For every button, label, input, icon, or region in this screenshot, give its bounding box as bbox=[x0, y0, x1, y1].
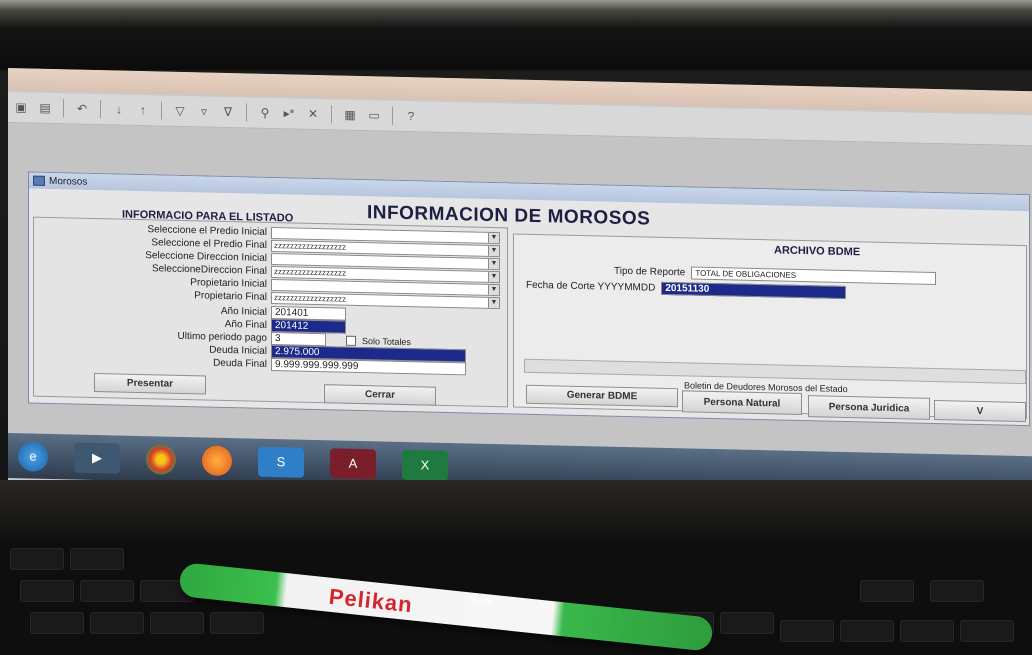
skype-icon[interactable]: S bbox=[258, 446, 304, 478]
keyboard-key bbox=[20, 580, 74, 602]
help-icon[interactable]: ? bbox=[402, 107, 420, 125]
right-subtitle: ARCHIVO BDME bbox=[774, 244, 861, 259]
ultimo-periodo-field[interactable]: 3 bbox=[271, 331, 326, 347]
keyboard-key bbox=[720, 612, 774, 634]
save-icon[interactable]: ▣ bbox=[12, 98, 30, 116]
progress-bar bbox=[524, 358, 1026, 385]
excel-icon[interactable]: X bbox=[402, 449, 448, 481]
media-player-icon[interactable]: ▶ bbox=[74, 441, 120, 474]
generar-bdme-button[interactable]: Generar BDME bbox=[526, 384, 678, 408]
keyboard-key bbox=[930, 580, 984, 602]
fecha-corte-label: Fecha de Corte YYYYMMDD bbox=[526, 279, 656, 294]
tipo-reporte-field[interactable]: TOTAL DE OBLIGACIONES bbox=[691, 266, 937, 286]
toolbar-separator bbox=[63, 99, 64, 118]
keyboard-key bbox=[80, 580, 134, 602]
sort-descending-icon[interactable]: ↑ bbox=[134, 101, 152, 119]
presentar-button[interactable]: Presentar bbox=[94, 372, 206, 395]
firefox-icon[interactable] bbox=[202, 444, 232, 476]
tipo-reporte-label: Tipo de Reporte bbox=[614, 265, 686, 279]
keyboard-key bbox=[960, 620, 1014, 642]
keyboard-key bbox=[210, 612, 264, 634]
bdme-panel: ARCHIVO BDME Tipo de Reporte TOTAL DE OB… bbox=[513, 233, 1027, 423]
keyboard-key bbox=[900, 620, 954, 642]
keyboard-key bbox=[90, 612, 144, 634]
ver-button[interactable]: V bbox=[934, 400, 1026, 423]
keyboard-key bbox=[150, 612, 204, 634]
undo-icon[interactable]: ↶ bbox=[73, 99, 91, 117]
find-icon[interactable]: ⚲ bbox=[256, 104, 274, 122]
toolbar-separator bbox=[100, 100, 101, 119]
listing-panel: Seleccione el Predio Inicial ▼ Seleccion… bbox=[33, 216, 508, 408]
morosos-window: Morosos INFORMACION DE MOROSOS INFORMACI… bbox=[28, 171, 1030, 427]
filter-form-icon[interactable]: ▿ bbox=[195, 102, 213, 120]
chevron-down-icon[interactable]: ▼ bbox=[488, 284, 499, 295]
window-title: Morosos bbox=[49, 175, 88, 188]
chevron-down-icon[interactable]: ▼ bbox=[488, 297, 499, 308]
toolbar-separator bbox=[246, 103, 247, 122]
delete-record-icon[interactable]: ✕ bbox=[304, 105, 322, 123]
toolbar-separator bbox=[161, 101, 162, 120]
cerrar-button[interactable]: Cerrar bbox=[324, 384, 436, 406]
solo-totales-label: Solo Totales bbox=[362, 335, 411, 347]
keyboard-key bbox=[30, 612, 84, 634]
keyboard-key bbox=[860, 580, 914, 602]
chevron-down-icon[interactable]: ▼ bbox=[488, 245, 499, 256]
form-icon bbox=[33, 175, 45, 186]
new-object-icon[interactable]: ▭ bbox=[365, 106, 383, 124]
persona-natural-button[interactable]: Persona Natural bbox=[682, 390, 802, 416]
chevron-down-icon[interactable]: ▼ bbox=[488, 271, 499, 282]
solo-totales-checkbox[interactable] bbox=[346, 335, 356, 346]
sort-ascending-icon[interactable]: ↓ bbox=[110, 100, 128, 118]
keyboard-key bbox=[10, 548, 64, 570]
fecha-corte-field[interactable]: 20151130 bbox=[661, 281, 847, 300]
monitor-bezel-top bbox=[0, 0, 1032, 70]
keyboard-key bbox=[70, 548, 124, 570]
pen-color-label: Verde bbox=[468, 594, 494, 607]
chrome-icon[interactable] bbox=[146, 443, 176, 475]
chevron-down-icon[interactable]: ▼ bbox=[488, 232, 499, 243]
print-icon[interactable]: ▤ bbox=[36, 99, 54, 117]
toolbar-separator bbox=[392, 106, 393, 125]
workspace: Morosos INFORMACION DE MOROSOS INFORMACI… bbox=[8, 123, 1032, 457]
filter-icon[interactable]: ▽ bbox=[171, 102, 189, 120]
internet-explorer-icon[interactable]: e bbox=[18, 440, 48, 472]
new-record-icon[interactable]: ▸* bbox=[280, 104, 298, 122]
access-icon[interactable]: A bbox=[330, 447, 376, 479]
keyboard-key bbox=[840, 620, 894, 642]
toolbar-separator bbox=[331, 105, 332, 124]
toggle-filter-icon[interactable]: ∇ bbox=[219, 103, 237, 121]
persona-juridica-button[interactable]: Persona Juridica bbox=[808, 395, 930, 420]
database-window-icon[interactable]: ▦ bbox=[341, 106, 359, 124]
chevron-down-icon[interactable]: ▼ bbox=[488, 258, 499, 269]
keyboard-key bbox=[780, 620, 834, 642]
monitor-screen: ▣ ▤ ↶ ↓ ↑ ▽ ▿ ∇ ⚲ ▸* ✕ ▦ ▭ ? Morosos INF… bbox=[8, 68, 1032, 512]
